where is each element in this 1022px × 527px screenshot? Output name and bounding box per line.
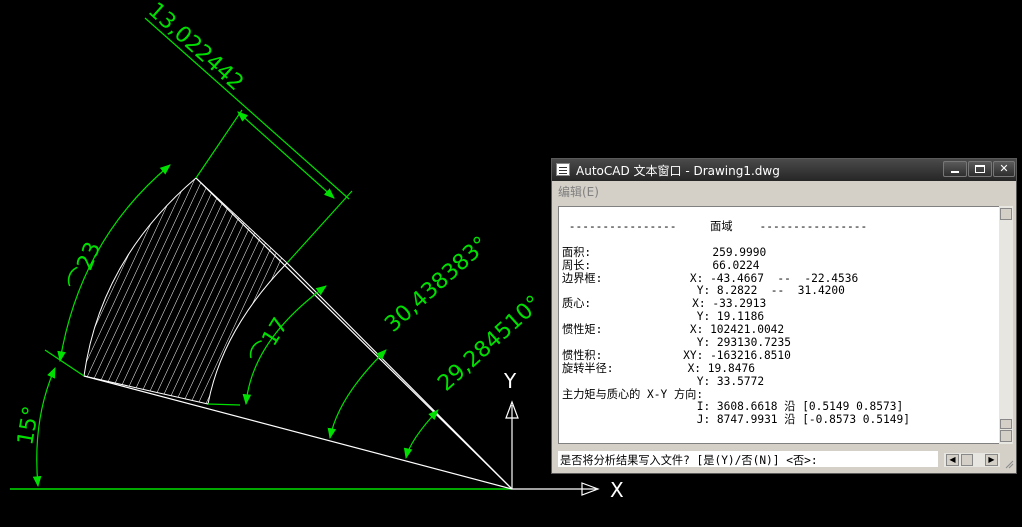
horizontal-scroll-thumb[interactable] [961,454,973,466]
menu-bar: 编辑(E) [552,181,1016,200]
text-line: J: 8747.9931 沿 [-0.8573 0.5149] [562,413,910,427]
x-axis-label: X [610,478,624,502]
scroll-up-button[interactable] [1000,208,1012,220]
text-history[interactable]: ---------------- 面域 ---------------- 面积: … [558,206,1000,444]
dim-arc-outer-text[interactable]: ⌒23 [64,239,106,295]
maximize-button[interactable] [968,161,992,177]
dim-width-text[interactable]: 13,022442 [143,0,248,96]
text-line: 周长: 66.0224 [562,258,760,272]
dim-angle-base-text[interactable]: 15° [13,404,44,447]
app-window-icon[interactable] [556,163,570,176]
text-line: 面积: 259.9990 [562,245,767,259]
text-line: 惯性积: XY: -163216.8510 [562,348,791,362]
close-icon: ✕ [999,162,1009,175]
scroll-left-button[interactable]: ◀ [946,454,959,466]
vertical-scrollbar[interactable] [999,206,1013,444]
text-window[interactable]: AutoCAD 文本窗口 - Drawing1.dwg ✕ 编辑(E) ----… [551,158,1017,474]
menu-edit[interactable]: 编辑(E) [558,183,599,200]
scroll-down-button[interactable] [1000,430,1012,442]
resize-grip-icon[interactable] [1004,459,1014,469]
scroll-right-button[interactable]: ▶ [985,454,998,466]
text-line: Y: 33.5772 [562,374,765,388]
dim-arc-inner-text[interactable]: ⌒17 [246,314,294,370]
text-line: 旋转半径: X: 19.8476 [562,361,755,375]
text-line [562,234,910,247]
text-history-lines: ---------------- 面域 ---------------- 面积: … [562,220,910,427]
title-bar[interactable]: AutoCAD 文本窗口 - Drawing1.dwg ✕ [552,159,1016,181]
dim-angle-inner-text[interactable]: 29,284510° [433,291,546,397]
window-title: AutoCAD 文本窗口 - Drawing1.dwg [576,164,780,178]
command-prompt: 是否将分析结果写入文件? [是(Y)/否(N)] <否>: [560,454,818,467]
hatched-region[interactable] [83,177,288,405]
close-button[interactable]: ✕ [993,161,1015,177]
horizontal-scrollbar[interactable]: ◀ ▶ [944,453,1000,467]
minimize-button[interactable] [943,161,967,177]
text-line: ---------------- 面域 ---------------- [562,220,868,233]
dim-angle-main-text[interactable]: 30,438383° [380,232,493,338]
text-line: Y: 293130.7235 [562,336,792,350]
scroll-thumb[interactable] [1000,419,1012,429]
y-axis-label: Y [503,369,517,393]
command-line[interactable]: 是否将分析结果写入文件? [是(Y)/否(N)] <否>: [558,451,938,467]
